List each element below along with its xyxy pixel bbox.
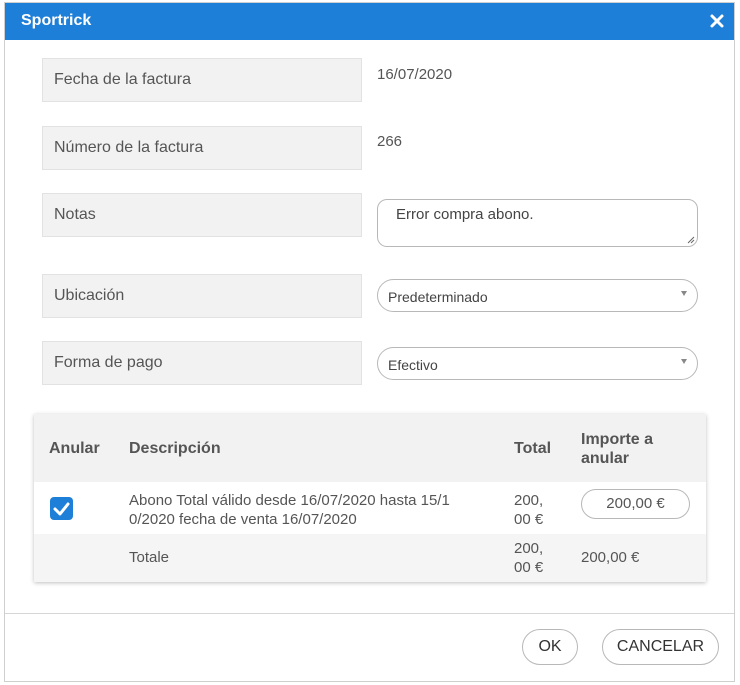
row-description-line2: 0/2020 fecha de venta 16/07/2020 — [129, 511, 357, 528]
row-total-line2: 00 € — [514, 511, 544, 528]
fecha-label-box: Fecha de la factura — [42, 58, 362, 102]
ubicacion-label: Ubicación — [54, 287, 125, 304]
forma-pago-select[interactable]: Efectivo — [377, 347, 698, 380]
dialog-title: Sportrick — [21, 12, 92, 29]
col-header-descripcion: Descripción — [129, 440, 221, 457]
cancel-button[interactable]: CANCELAR — [602, 629, 719, 665]
col-header-importe-line1: Importe a — [581, 431, 654, 448]
totals-total-line1: 200, — [514, 540, 544, 557]
col-header-anular: Anular — [49, 440, 100, 457]
row-total-line1: 200, — [514, 492, 544, 509]
table-header: Anular Descripción Total Importe a anula… — [34, 414, 706, 482]
fecha-label: Fecha de la factura — [54, 71, 191, 88]
chevron-down-icon — [681, 291, 687, 296]
invoice-cancel-dialog: Sportrick Fecha de la factura 16/07/2020… — [4, 2, 735, 682]
numero-label-box: Número de la factura — [42, 126, 362, 170]
ubicacion-label-box: Ubicación — [42, 274, 362, 318]
notas-label: Notas — [54, 206, 96, 223]
numero-label: Número de la factura — [54, 139, 204, 156]
totals-row: Totale 200, 00 € 200,00 € — [34, 534, 706, 582]
notas-textarea[interactable]: Error compra abono. — [377, 199, 698, 247]
resize-grip-icon[interactable] — [687, 236, 695, 244]
forma-pago-label-box: Forma de pago — [42, 341, 362, 385]
items-table: Anular Descripción Total Importe a anula… — [34, 414, 706, 582]
close-icon[interactable] — [709, 13, 725, 29]
ok-button[interactable]: OK — [522, 629, 578, 665]
checkmark-icon — [53, 502, 70, 516]
footer-divider — [5, 613, 734, 614]
title-bar: Sportrick — [5, 3, 734, 40]
anular-checkbox[interactable] — [50, 497, 73, 520]
fecha-value: 16/07/2020 — [377, 66, 453, 83]
totals-total-line2: 00 € — [514, 559, 544, 576]
forma-pago-selected-value: Efectivo — [388, 357, 438, 373]
forma-pago-label: Forma de pago — [54, 354, 163, 371]
importe-anular-input[interactable]: 200,00 € — [581, 489, 690, 519]
ubicacion-selected-value: Predeterminado — [388, 289, 488, 305]
totals-importe: 200,00 € — [581, 549, 640, 566]
row-description-line1: Abono Total válido desde 16/07/2020 hast… — [129, 492, 450, 509]
numero-value: 266 — [377, 133, 403, 150]
notas-text: Error compra abono. — [396, 206, 534, 223]
ubicacion-select[interactable]: Predeterminado — [377, 279, 698, 312]
chevron-down-icon — [681, 359, 687, 364]
notas-label-box: Notas — [42, 193, 362, 237]
totals-label: Totale — [129, 549, 170, 566]
col-header-total: Total — [514, 440, 552, 457]
col-header-importe-line2: anular — [581, 450, 630, 467]
